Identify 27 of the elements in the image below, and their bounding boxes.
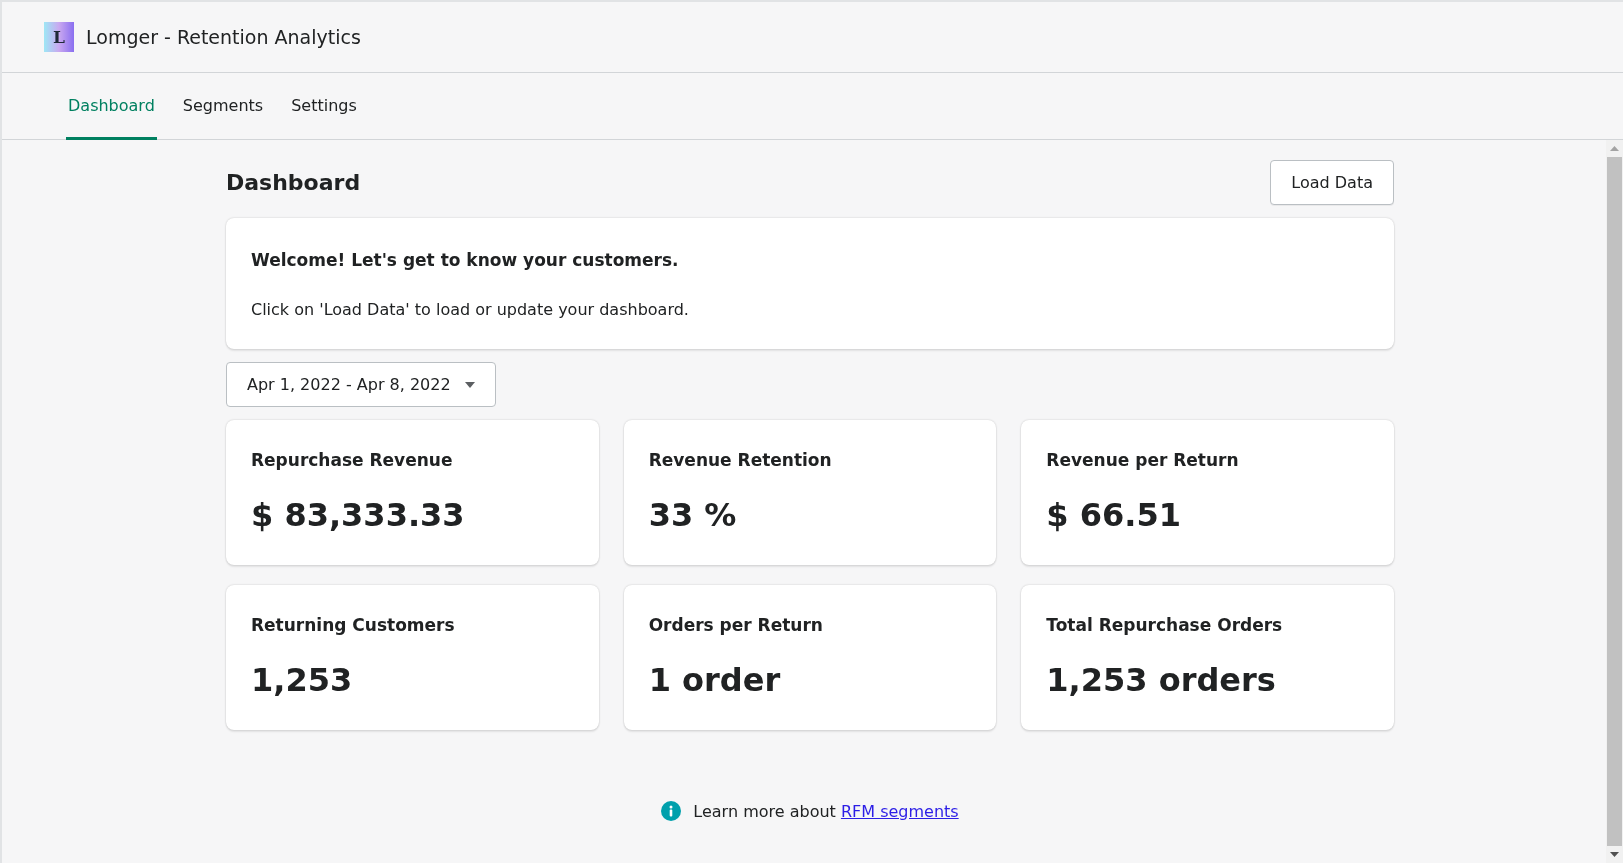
- info-icon: [661, 801, 682, 821]
- welcome-text: Click on 'Load Data' to load or update your dashboard.: [251, 300, 690, 319]
- scrollbar[interactable]: [1606, 140, 1623, 863]
- metric-value: 1,253 orders: [1046, 661, 1277, 699]
- metric-label: Revenue per Return: [1046, 450, 1240, 470]
- metric-label: Orders per Return: [648, 615, 824, 635]
- caret-icon: [464, 381, 475, 388]
- welcome-heading: Welcome! Let's get to know your customers.: [251, 250, 680, 270]
- metric-value: 33 %: [648, 496, 738, 534]
- nav-tab[interactable]: Settings: [289, 73, 359, 140]
- metric-label: Repurchase Revenue: [251, 450, 454, 470]
- page-title: Dashboard: [226, 170, 361, 195]
- metric-label: Total Repurchase Orders: [1046, 615, 1284, 635]
- metric-value: $ 83,333.33: [251, 496, 466, 534]
- metric-value: 1 order: [648, 661, 782, 699]
- nav-tab[interactable]: Dashboard: [66, 73, 157, 140]
- date-range-picker[interactable]: Apr 1, 2022 - Apr 8, 2022: [226, 362, 496, 407]
- load-data-button[interactable]: Load Data: [1270, 160, 1394, 205]
- app-title: Lomger - Retention Analytics: [86, 26, 361, 48]
- metric-value: $ 66.51: [1046, 496, 1182, 534]
- nav-tab[interactable]: Segments: [180, 73, 266, 140]
- learn-more-text: Learn more about RFM segments: [693, 801, 959, 821]
- metric-label: Revenue Retention: [648, 450, 833, 470]
- metric-label: Returning Customers: [251, 615, 456, 635]
- app-logo: L: [44, 22, 74, 52]
- metric-value: 1,253: [251, 661, 354, 699]
- rfm-segments-link[interactable]: RFM segments: [840, 801, 959, 821]
